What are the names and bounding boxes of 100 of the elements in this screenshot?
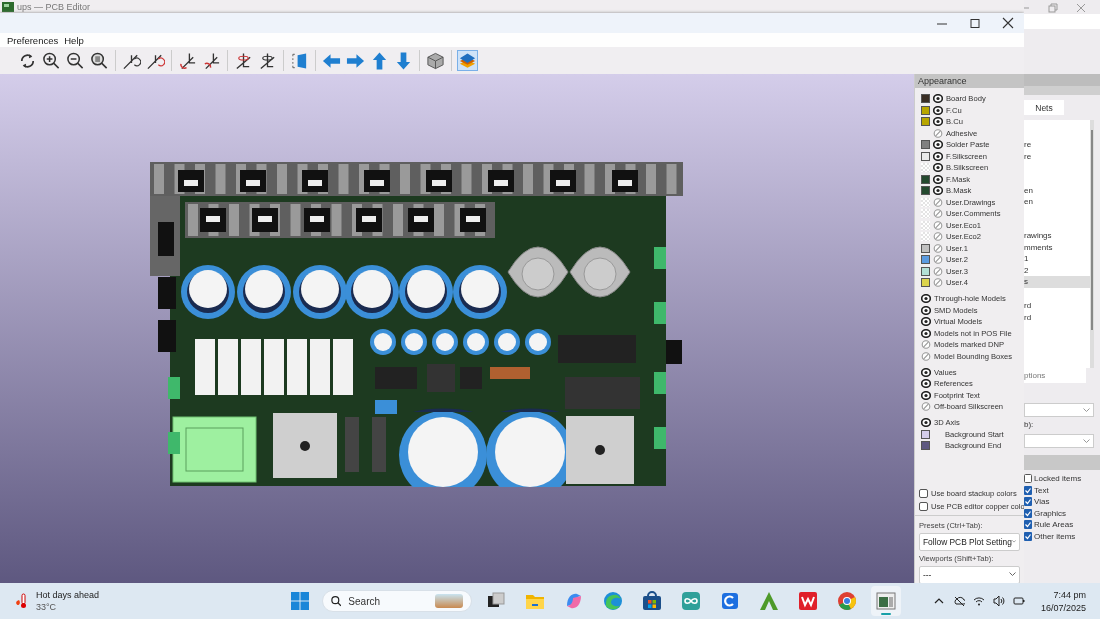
eye-icon[interactable] <box>933 186 943 196</box>
rotate-axis-icon <box>258 50 277 71</box>
eye-icon[interactable] <box>933 140 943 150</box>
checkbox[interactable] <box>1024 474 1032 483</box>
color-swatch[interactable] <box>921 117 930 127</box>
checkered-swatch[interactable] <box>921 209 930 219</box>
eye-icon[interactable] <box>921 328 931 338</box>
c-logo-icon <box>719 590 741 612</box>
eye-icon[interactable] <box>933 163 943 173</box>
eye-icon[interactable] <box>921 305 931 315</box>
viewports-dropdown[interactable]: --- <box>919 565 1020 584</box>
checkered-swatch[interactable] <box>921 197 930 207</box>
color-swatch[interactable] <box>921 151 930 161</box>
volume-icon[interactable] <box>992 595 1005 607</box>
eye-icon[interactable] <box>933 151 943 161</box>
color-swatch[interactable] <box>921 94 930 104</box>
list-item[interactable]: rawings <box>1024 230 1090 242</box>
checkbox-label: Text <box>1034 485 1049 495</box>
chevron-down-icon <box>1009 572 1016 577</box>
color-swatch[interactable] <box>921 429 930 439</box>
close-icon <box>1076 2 1086 13</box>
toolbar-button[interactable] <box>65 50 86 71</box>
list-item[interactable]: rd <box>1024 311 1090 323</box>
list-item[interactable]: 2 <box>1024 264 1090 276</box>
dropdown-value: --- <box>923 569 932 580</box>
color-swatch[interactable] <box>921 243 930 253</box>
zoom-out-icon <box>66 50 85 71</box>
eye-icon[interactable] <box>933 174 943 184</box>
checkered-swatch[interactable] <box>921 163 930 173</box>
zoom-fit-icon <box>90 50 109 71</box>
maximize-button[interactable] <box>967 16 983 30</box>
menu-item[interactable]: Help <box>64 34 84 46</box>
checkbox-label: Vias <box>1034 497 1050 506</box>
checkered-swatch[interactable] <box>921 220 930 230</box>
arrow-down-icon <box>394 50 413 71</box>
eye-icon[interactable] <box>921 418 931 428</box>
presets-dropdown[interactable]: Follow PCB Plot Setting <box>919 532 1020 551</box>
cloud-icon[interactable] <box>952 595 965 607</box>
color-swatch[interactable] <box>921 441 930 451</box>
checkbox[interactable] <box>1024 485 1032 495</box>
toolbar-button[interactable] <box>177 50 198 71</box>
search-icon <box>331 595 342 607</box>
temperature: 33°C <box>36 602 58 612</box>
start-icon <box>291 592 309 610</box>
toolbar-button[interactable] <box>41 50 62 71</box>
toolbar-button[interactable] <box>89 50 110 71</box>
eye-icon[interactable] <box>933 117 943 127</box>
color-swatch[interactable] <box>921 266 930 276</box>
list-item[interactable]: rd <box>1024 300 1090 312</box>
clock[interactable]: 7:44 pm 16/07/2025 <box>1032 589 1094 613</box>
color-swatch[interactable] <box>921 186 930 196</box>
checkered-swatch[interactable] <box>921 232 930 242</box>
list-item[interactable]: re <box>1024 150 1090 162</box>
checkbox[interactable] <box>1024 508 1032 518</box>
chevron-down-icon <box>1083 407 1090 413</box>
list-item[interactable]: s <box>1024 276 1090 288</box>
text-field[interactable]: ptions <box>1024 368 1086 383</box>
eye-icon[interactable] <box>921 379 931 389</box>
eye-icon[interactable] <box>921 294 931 304</box>
browser-icon <box>602 590 624 612</box>
toolbar-button[interactable] <box>425 50 446 71</box>
list-item[interactable]: mments <box>1024 241 1090 253</box>
panel-header: Appearance <box>915 74 1024 88</box>
color-swatch[interactable] <box>921 140 930 150</box>
eye-icon[interactable] <box>933 94 943 104</box>
eye-icon[interactable] <box>921 367 931 377</box>
color-swatch[interactable] <box>921 174 930 184</box>
checkbox[interactable] <box>919 488 928 498</box>
close-button[interactable] <box>1000 16 1016 30</box>
cube-icon <box>426 50 445 71</box>
close-icon <box>1001 17 1015 29</box>
rotate-axis-icon <box>202 50 221 71</box>
list-item[interactable]: en <box>1024 196 1090 208</box>
list-item[interactable]: en <box>1024 184 1090 196</box>
3d-viewport[interactable] <box>0 74 914 583</box>
color-swatch[interactable] <box>921 255 930 265</box>
color-swatch[interactable] <box>921 105 930 115</box>
eye-icon[interactable] <box>933 105 943 115</box>
checkbox-label: Locked items <box>1034 474 1082 483</box>
battery-icon[interactable] <box>1012 595 1025 607</box>
shopping-bag-icon <box>641 590 663 612</box>
wifi-icon[interactable] <box>972 595 985 607</box>
panel-tab[interactable]: Nets <box>1024 100 1064 115</box>
rotate-axis-icon <box>234 50 253 71</box>
search-field[interactable]: Search <box>348 595 429 607</box>
checkbox-label: Graphics <box>1034 508 1066 518</box>
eye-icon[interactable] <box>921 390 931 400</box>
circle-logo-icon <box>836 590 858 612</box>
color-swatch[interactable] <box>921 278 930 288</box>
menu-item[interactable]: Preferences <box>7 34 59 46</box>
checkbox[interactable] <box>919 501 928 511</box>
weather-title: Hot days ahead <box>36 590 100 600</box>
search-bar[interactable]: Search <box>322 590 472 612</box>
weather-widget[interactable]: Hot days ahead 33°C <box>36 590 100 612</box>
maximize-icon <box>968 17 982 29</box>
eye-icon[interactable] <box>921 317 931 327</box>
checkbox[interactable] <box>1024 531 1032 541</box>
list-item[interactable]: re <box>1024 139 1090 151</box>
list-item[interactable]: 1 <box>1024 253 1090 265</box>
rotate-axis-icon <box>178 50 197 71</box>
